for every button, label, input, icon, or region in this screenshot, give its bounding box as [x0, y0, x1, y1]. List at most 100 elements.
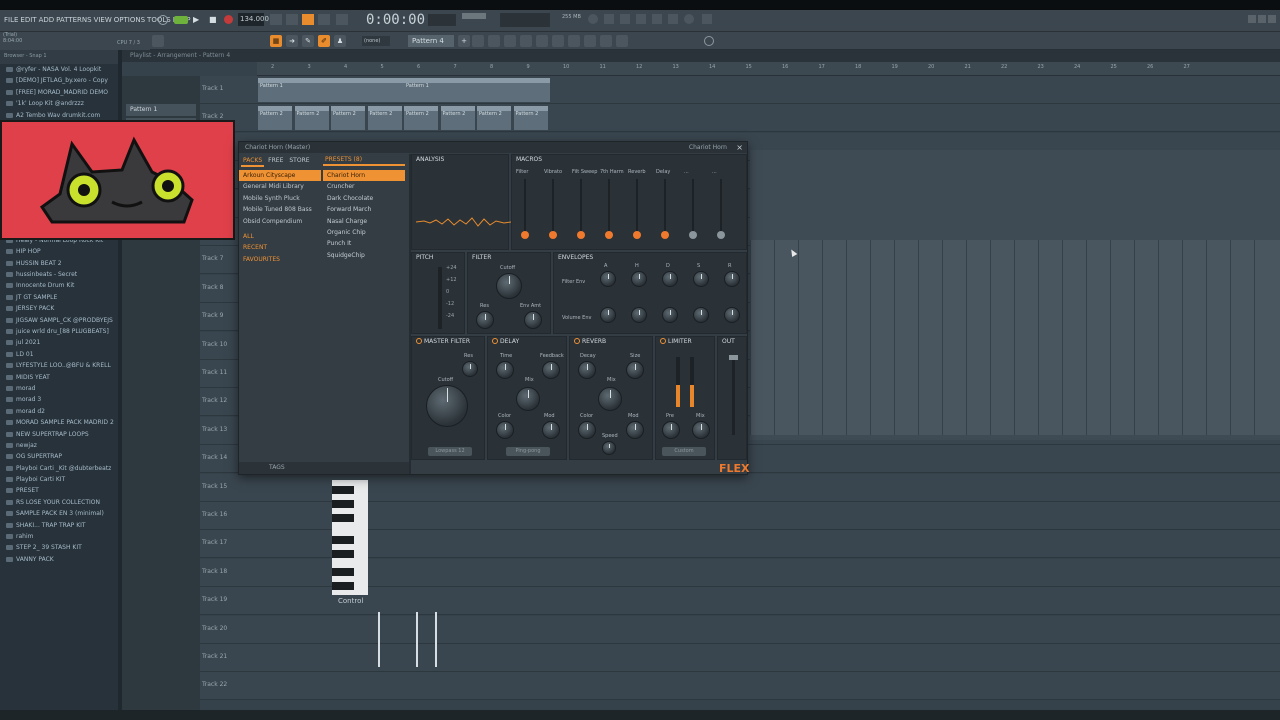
black-key[interactable]	[332, 514, 354, 522]
velocity-bar[interactable]	[378, 612, 380, 667]
out-volume-slider[interactable]	[729, 355, 738, 435]
browser-folder-item[interactable]: LYFESTYLE LOO..@BFU & KRELL	[2, 360, 118, 371]
macro-fader[interactable]	[577, 179, 585, 239]
envelope-knob[interactable]	[631, 271, 647, 287]
browser-folder-item[interactable]: JIGSAW SAMPL_CK @PRODBYEJS	[2, 315, 118, 326]
blend-notes-icon[interactable]	[318, 14, 330, 25]
menu-item-file[interactable]: FILE	[4, 16, 18, 24]
envelope-knob[interactable]	[693, 271, 709, 287]
velocity-bar[interactable]	[435, 612, 437, 667]
record-icon[interactable]	[224, 15, 233, 24]
browser-folder-item[interactable]: morad 3	[2, 394, 118, 405]
preset-item[interactable]: Nasal Charge	[323, 216, 405, 227]
macro-fader-handle[interactable]	[633, 231, 641, 239]
mic-icon[interactable]	[620, 14, 630, 24]
clip-pattern-2[interactable]: Pattern 2	[258, 106, 292, 130]
macro-fader-handle[interactable]	[577, 231, 585, 239]
reverb-mix-knob[interactable]	[598, 387, 622, 411]
pack-item[interactable]: Mobile Synth Pluck	[239, 193, 321, 204]
view-icon-8[interactable]	[584, 35, 596, 47]
envelope-knob[interactable]	[724, 271, 740, 287]
black-key[interactable]	[332, 536, 354, 544]
snap-selector[interactable]: (none)	[362, 36, 390, 46]
flex-title-bar[interactable]: Chariot Horn (Master) Chariot Horn ×	[239, 142, 747, 153]
power-icon[interactable]	[492, 338, 498, 344]
mf-mode-button[interactable]: Lowpass 12	[428, 447, 472, 456]
macro-fader-handle[interactable]	[717, 231, 725, 239]
browser-folder-item[interactable]: Playboi Carti KIT	[2, 474, 118, 485]
browser-folder-item[interactable]: HIP HOP	[2, 246, 118, 257]
filter-env-knob[interactable]	[524, 311, 542, 329]
browser-folder-item[interactable]: JERSEY PACK	[2, 303, 118, 314]
envelope-knob[interactable]	[600, 271, 616, 287]
category-all[interactable]: ALL	[239, 231, 321, 242]
browser-folder-item[interactable]: LD 01	[2, 349, 118, 360]
clip-pattern-2[interactable]: Pattern 2	[367, 106, 402, 130]
macro-fader-handle[interactable]	[689, 231, 697, 239]
browser-folder-item[interactable]: newjaz	[2, 440, 118, 451]
browser-folder-item[interactable]: VANNY PACK	[2, 554, 118, 565]
clip-pattern-2[interactable]: Pattern 2	[477, 106, 511, 130]
reverb-mod-knob[interactable]	[626, 421, 644, 439]
browser-folder-item[interactable]: Playboi Carti _Kit @dubterbeatz	[2, 463, 118, 474]
plugin-picker-icon[interactable]	[684, 14, 694, 24]
browser-folder-item[interactable]: SAMPLE PACK EN 3 (minimal)	[2, 508, 118, 519]
clip-pattern-2[interactable]: Pattern 2	[404, 106, 438, 130]
delay-mod-knob[interactable]	[542, 421, 560, 439]
playlist-tool-icon[interactable]: ▦	[270, 35, 282, 47]
tab-free[interactable]: FREE	[266, 156, 285, 167]
envelope-knob[interactable]	[631, 307, 647, 323]
delay-color-knob[interactable]	[496, 421, 514, 439]
macro-fader-handle[interactable]	[549, 231, 557, 239]
track-row[interactable]	[200, 644, 1280, 672]
reverb-color-knob[interactable]	[578, 421, 596, 439]
macro-fader-handle[interactable]	[661, 231, 669, 239]
envelope-knob[interactable]	[662, 271, 678, 287]
filter-res-knob[interactable]	[476, 311, 494, 329]
tab-store[interactable]: STORE	[287, 156, 311, 167]
category-favourites[interactable]: FAVOURITES	[239, 254, 321, 265]
browser-folder-item[interactable]: juice wrld dru_[88 PLUGBEATS]	[2, 326, 118, 337]
browser-folder-item[interactable]: MIDIS YEAT	[2, 372, 118, 383]
browser-folder-item[interactable]: hussinbeats - Secret	[2, 269, 118, 280]
browser-folder-item[interactable]: JT GT SAMPLE	[2, 292, 118, 303]
view-icon-10[interactable]	[616, 35, 628, 47]
mf-cutoff-knob[interactable]	[426, 385, 468, 427]
black-key[interactable]	[332, 582, 354, 590]
black-key[interactable]	[332, 550, 354, 558]
menu-item-view[interactable]: VIEW	[94, 16, 112, 24]
preset-item[interactable]: Forward March	[323, 204, 405, 215]
track-row[interactable]	[200, 672, 1280, 701]
view-icon-6[interactable]	[552, 35, 564, 47]
pitch-slider[interactable]	[438, 267, 442, 329]
view-icon-9[interactable]	[600, 35, 612, 47]
pack-item[interactable]: Arkoun Cityscape	[239, 170, 321, 182]
preset-item[interactable]: Chariot Horn	[323, 170, 405, 182]
view-icon-3[interactable]	[504, 35, 516, 47]
clip-pattern-2[interactable]: Pattern 2	[294, 106, 329, 130]
delay-feedback-knob[interactable]	[542, 361, 560, 379]
browser-folder-item[interactable]: '1k' Loop Kit @andrzzz	[2, 98, 118, 109]
stamp-tool-icon[interactable]: ♟	[334, 35, 346, 47]
view-icon-5[interactable]	[536, 35, 548, 47]
tool-icon-2[interactable]	[604, 14, 614, 24]
preset-item[interactable]: SquidgeChip	[323, 250, 405, 261]
limiter-pre-knob[interactable]	[662, 421, 680, 439]
tempo-display[interactable]: 134.000	[238, 13, 269, 26]
preset-item[interactable]: Cruncher	[323, 181, 405, 192]
menu-item-edit[interactable]: EDIT	[20, 16, 36, 24]
browser-folder-item[interactable]: rahim	[2, 531, 118, 542]
envelope-knob[interactable]	[693, 307, 709, 323]
browser-folder-item[interactable]: STEP 2_ 39 STASH KIT	[2, 542, 118, 553]
tab-packs[interactable]: PACKS	[241, 156, 265, 167]
play-icon[interactable]: ▶	[193, 15, 199, 24]
countdown-icon[interactable]	[302, 14, 314, 25]
settings-icon[interactable]	[704, 36, 714, 46]
tool-icon-1[interactable]	[588, 14, 598, 24]
browser-folder-item[interactable]: OG SUPERTRAP	[2, 451, 118, 462]
view-icon-7[interactable]	[568, 35, 580, 47]
browser-folder-item[interactable]: jul 2021	[2, 337, 118, 348]
black-key[interactable]	[332, 486, 354, 494]
loop-record-icon[interactable]	[336, 14, 348, 25]
browser-folder-item[interactable]: SHAKI... TRAP TRAP KIT	[2, 520, 118, 531]
